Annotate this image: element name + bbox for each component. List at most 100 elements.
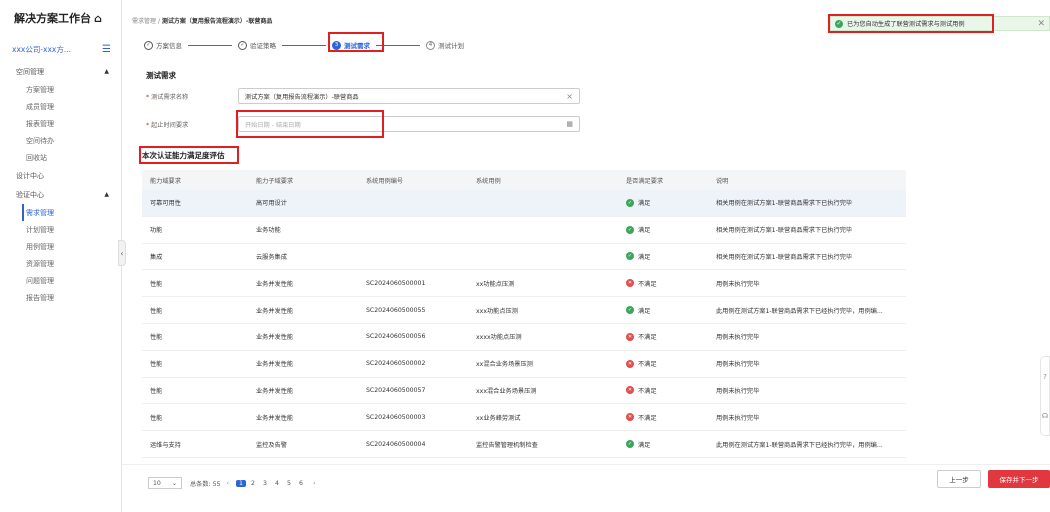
status-text: 不满足: [638, 414, 657, 422]
prev-page-icon[interactable]: ‹: [227, 480, 229, 487]
stepper: ✓ 方案信息 ✓ 验证策略 3 测试需求 4 测试计划: [144, 38, 464, 52]
breadcrumb-root[interactable]: 需求管理: [132, 18, 156, 25]
table-cell-sub: 业务并发性能: [256, 387, 294, 395]
step-connector: [188, 44, 232, 46]
page-number[interactable]: 4: [272, 480, 282, 487]
headset-icon[interactable]: ☊: [1042, 412, 1048, 420]
table-row[interactable]: 性能 业务并发性能 SC2024060500055 xxx功能点压测 ✓ 满足 此用例在测试…: [142, 297, 906, 324]
sidebar-item[interactable]: 报告管理: [0, 289, 121, 306]
status-text: 满足: [638, 441, 651, 449]
clear-icon[interactable]: ×: [566, 92, 573, 101]
table-body: 可靠可用性 高可用设计 ✓ 满足 相关用例在测试方案1-联营商品需求下已执行完毕 功能 业务…: [142, 190, 906, 458]
sidebar-group[interactable]: 空间管理 ▲: [0, 62, 121, 81]
sidebar-item[interactable]: 用例管理: [0, 238, 121, 255]
home-icon[interactable]: ⌂: [94, 12, 102, 25]
org-selector[interactable]: xxx公司-xxx方... ☰: [0, 36, 121, 62]
step-4[interactable]: 4 测试计划: [426, 40, 464, 50]
col-header: 系统用例编号: [366, 177, 404, 185]
sidebar-collapse-button[interactable]: ‹: [118, 240, 126, 266]
table-header: 能力域要求 能力子域要求 系统用例编号 系统用例 是否满足要求 说明: [142, 170, 906, 190]
status-text: 不满足: [638, 361, 657, 369]
page-number[interactable]: 6: [296, 480, 306, 487]
step-2[interactable]: ✓ 验证策略: [238, 40, 276, 50]
table-cell-status: ✕ 不满足: [618, 332, 708, 341]
highlight-box-date: [236, 110, 384, 138]
calendar-icon[interactable]: ▦: [566, 120, 573, 128]
error-circle-icon: ✕: [626, 332, 634, 341]
sidebar-item[interactable]: 成员管理: [0, 98, 121, 115]
status-text: 满足: [638, 200, 651, 208]
close-icon[interactable]: ✕: [1037, 19, 1045, 29]
table-cell-code: SC2024060500004: [366, 440, 426, 448]
name-input[interactable]: 测试方案（复用报告流程演示）-联营商品 ×: [238, 88, 580, 104]
table-cell-status: ✓ 满足: [618, 306, 708, 315]
step-check-icon: ✓: [238, 40, 247, 50]
page-number[interactable]: 2: [248, 480, 258, 487]
table-row[interactable]: 性能 业务并发性能 SC2024060500001 xx功能点压测 ✕ 不满足 用例未执行完…: [142, 270, 906, 298]
step-label: 验证策略: [250, 42, 276, 50]
status-text: 不满足: [638, 280, 657, 288]
table-row[interactable]: 运维与支持 监控及告警 SC2024060500004 监控告警管理机制检查 ✓ 满足 此用…: [142, 431, 906, 458]
col-header: 是否满足要求: [626, 177, 664, 185]
capability-table: 能力域要求 能力子域要求 系统用例编号 系统用例 是否满足要求 说明 可靠可用性…: [142, 170, 906, 458]
table-row[interactable]: 功能 业务功能 ✓ 满足 相关用例在测试方案1-联营商品需求下已执行完毕: [142, 217, 906, 244]
sidebar-item[interactable]: 方案管理: [0, 81, 121, 98]
table-cell-domain: 运维与支持: [150, 441, 181, 449]
table-cell-sub: 监控及告警: [256, 441, 287, 449]
sidebar-item[interactable]: 计划管理: [0, 221, 121, 238]
page-number[interactable]: 3: [260, 480, 270, 487]
sidebar-item[interactable]: 资源管理: [0, 255, 121, 272]
next-page-icon[interactable]: ›: [313, 480, 315, 487]
sidebar-group-label: 设计中心: [16, 171, 44, 180]
sidebar-item[interactable]: 问题管理: [0, 272, 121, 289]
table-cell-sub: 业务并发性能: [256, 307, 294, 315]
table-cell-code: SC2024060500056: [366, 333, 426, 341]
sidebar-item[interactable]: 空间待办: [0, 132, 121, 149]
sidebar-group[interactable]: 设计中心: [0, 166, 121, 185]
table-cell-code: SC2024060500002: [366, 360, 426, 368]
sidebar-group[interactable]: 验证中心 ▲: [0, 185, 121, 204]
highlight-box-step: [328, 32, 384, 52]
table-cell-case: xxx混合业务场景压测: [476, 387, 537, 395]
save-next-button[interactable]: 保存并下一步: [988, 470, 1050, 488]
brand: 解决方案工作台 ⌂: [0, 0, 121, 36]
table-cell-sub: 业务并发性能: [256, 334, 294, 342]
step-number: 4: [426, 40, 435, 50]
page-number[interactable]: 1: [235, 479, 246, 487]
table-cell-status: ✕ 不满足: [618, 386, 708, 395]
step-label: 测试计划: [438, 42, 464, 50]
table-cell-note: 用例未执行完毕: [716, 280, 760, 288]
name-label: 测试需求名称: [151, 93, 189, 101]
table-cell-status: ✕ 不满足: [618, 279, 708, 288]
sidebar-item[interactable]: 回收站: [0, 149, 121, 166]
menu-list-icon[interactable]: ☰: [102, 44, 111, 55]
table-cell-code: SC2024060500003: [366, 413, 426, 421]
table-cell-case: xx功能点压测: [476, 280, 515, 288]
table-row[interactable]: 性能 业务并发性能 SC2024060500057 xxx混合业务场景压测 ✕ 不满足 用例…: [142, 378, 906, 405]
highlight-box-eval: [139, 146, 239, 164]
table-cell-domain: 性能: [150, 307, 163, 315]
help-icon[interactable]: ?: [1043, 373, 1047, 381]
prev-step-button[interactable]: 上一步: [937, 470, 981, 488]
sidebar-item[interactable]: 需求管理: [22, 204, 121, 221]
page-size-select[interactable]: 10 ⌄: [148, 477, 182, 489]
table-cell-domain: 性能: [150, 280, 163, 288]
table-cell-code: SC2024060500057: [366, 386, 426, 394]
table-row[interactable]: 集成 云服务集成 ✓ 满足 相关用例在测试方案1-联营商品需求下已执行完毕: [142, 244, 906, 271]
page-size-value: 10: [153, 479, 161, 487]
table-cell-status: ✓ 满足: [618, 252, 708, 261]
page-number[interactable]: 5: [284, 480, 294, 487]
pagination: 10 ⌄ 总条数: 55 ‹ 123456 ›: [148, 477, 321, 489]
status-text: 满足: [638, 253, 651, 261]
check-circle-icon: ✓: [626, 306, 634, 315]
sidebar-item[interactable]: 报表管理: [0, 115, 121, 132]
table-row[interactable]: 性能 业务并发性能 SC2024060500002 xx混合业务场景压测 ✕ 不满足 用例未…: [142, 351, 906, 378]
footer-divider: [122, 464, 1050, 465]
table-cell-note: 用例未执行完毕: [716, 334, 760, 342]
step-1[interactable]: ✓ 方案信息: [144, 40, 182, 50]
sidebar: 解决方案工作台 ⌂ xxx公司-xxx方... ☰ 空间管理 ▲ 方案管理 成员管理报…: [0, 0, 122, 512]
table-row[interactable]: 性能 业务并发性能 SC2024060500003 xx业务峰劳测试 ✕ 不满足 用例未执行…: [142, 404, 906, 432]
name-row: * 测试需求名称 测试方案（复用报告流程演示）-联营商品 ×: [146, 88, 580, 104]
table-row[interactable]: 性能 业务并发性能 SC2024060500056 xxxx功能点压测 ✕ 不满足 用例未执…: [142, 324, 906, 351]
table-row[interactable]: 可靠可用性 高可用设计 ✓ 满足 相关用例在测试方案1-联营商品需求下已执行完毕: [142, 190, 906, 217]
